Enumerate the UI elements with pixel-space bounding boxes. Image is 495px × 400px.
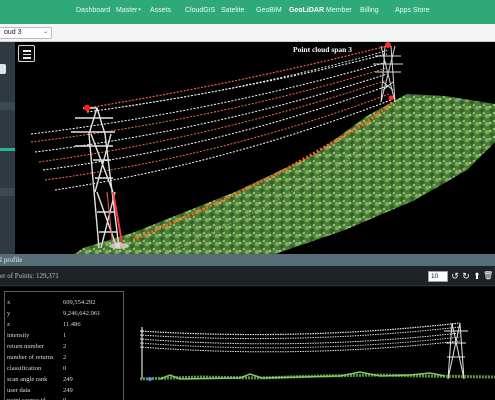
attr-key: z: [7, 321, 10, 328]
attr-value: 9,246,642.961: [63, 310, 101, 317]
attr-key: number of returns: [7, 354, 54, 361]
nav-geolidar[interactable]: GeoLiDAR: [289, 7, 324, 14]
tower-marker: [83, 104, 91, 112]
point-cloud-viewer[interactable]: Point cloud span 3: [15, 42, 495, 254]
top-navigation-bar: Dashboard Master▾ Assets CloudGIS Sateli…: [0, 0, 495, 24]
dataset-select-value: oud 3: [4, 29, 22, 36]
rotate-right-icon[interactable]: ↻: [461, 270, 471, 282]
nav-satelite[interactable]: Satelite: [221, 7, 244, 14]
nav-billing[interactable]: Billing: [360, 7, 379, 14]
profile-view[interactable]: x 609,554.292 y 9,246,642.961 z 11.486 inte…: [0, 287, 495, 400]
attr-key: intensity: [7, 332, 30, 339]
profile-selected-point: [148, 377, 152, 381]
nav-master-label: Master: [116, 7, 138, 14]
left-side-panel: [0, 42, 15, 254]
point-cloud-scene[interactable]: [15, 42, 495, 254]
nav-dashboard[interactable]: Dashboard: [76, 7, 110, 14]
profile-wires: [139, 322, 461, 353]
attr-value: 11.486: [63, 321, 81, 328]
attr-value: 609,554.292: [63, 299, 96, 306]
profile-panel-header[interactable]: l profile: [0, 254, 495, 266]
transmission-tower-near: [71, 107, 120, 249]
point-budget-input[interactable]: 10: [428, 271, 448, 282]
delete-icon[interactable]: 🗑: [483, 270, 493, 282]
chevron-down-icon: ▾: [138, 7, 141, 13]
side-panel-section[interactable]: [0, 102, 15, 110]
attr-value: 2: [63, 343, 67, 350]
nav-cloudgis[interactable]: CloudGIS: [185, 7, 215, 14]
attr-key: return number: [7, 343, 45, 350]
attr-key: y: [7, 310, 11, 317]
rotate-left-icon[interactable]: ↺: [450, 270, 460, 282]
side-panel-accent: [0, 148, 15, 151]
attr-key: classification: [7, 365, 42, 372]
nav-apps-store[interactable]: Apps Store: [395, 7, 430, 14]
attr-value: 0: [63, 365, 67, 372]
nav-member[interactable]: Member: [326, 7, 352, 14]
side-panel-toggle[interactable]: [0, 64, 6, 74]
nav-assets[interactable]: Assets: [150, 7, 171, 14]
tower-base: [109, 243, 129, 249]
tower-marker: [388, 95, 394, 101]
attr-key: scan angle rank: [7, 376, 48, 383]
hamburger-menu-icon[interactable]: [18, 45, 35, 62]
dataset-select[interactable]: oud 3 ⌄: [0, 27, 52, 39]
attr-key: x: [7, 299, 11, 306]
profile-tower-right: [444, 322, 468, 380]
nav-master[interactable]: Master▾: [116, 7, 141, 14]
attr-value: 1: [63, 332, 67, 339]
profile-panel-title: l profile: [0, 256, 23, 264]
attr-value: 249: [63, 376, 73, 383]
side-panel-section[interactable]: [0, 188, 15, 196]
viewer-title: Point cloud span 3: [293, 45, 352, 54]
chevron-down-icon: ⌄: [42, 29, 48, 35]
attr-value: 2: [63, 354, 67, 361]
attr-value: 249: [63, 387, 73, 394]
profile-toolbar: er of Points: 129,371 10 ↺ ↻ ⬆ 🗑: [0, 266, 495, 286]
tower-marker: [385, 42, 391, 48]
attr-key: user data: [7, 387, 31, 394]
lidar-app: Dashboard Master▾ Assets CloudGIS Sateli…: [0, 0, 495, 400]
dataset-selector-row: oud 3 ⌄: [0, 24, 495, 42]
transmission-tower-far: [373, 45, 403, 103]
points-count-label: er of Points: 129,371: [0, 272, 59, 280]
point-attributes-panel: x 609,554.292 y 9,246,642.961 z 11.486 inte…: [4, 291, 124, 400]
nav-geobim[interactable]: GeoBIM: [256, 7, 282, 14]
up-arrow-icon[interactable]: ⬆: [472, 270, 482, 282]
